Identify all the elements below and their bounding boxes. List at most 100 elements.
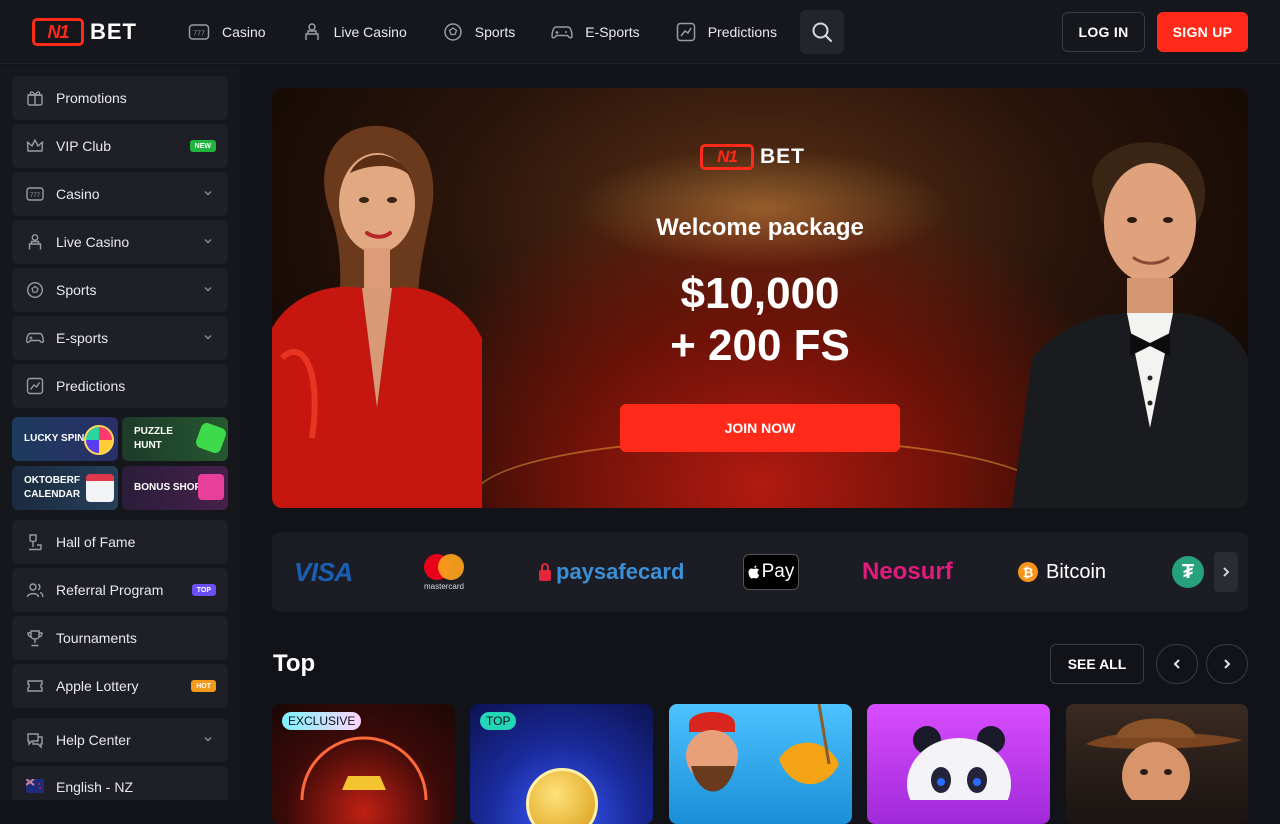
sidebar-item-label: Live Casino [56,234,130,250]
gold-coin-image [526,768,598,824]
payment-methods-strip: VISA mastercard paysafecard Pay Neosurf … [272,532,1248,612]
nav-sports[interactable]: Sports [431,0,527,64]
signup-button[interactable]: SIGN UP [1157,12,1248,52]
tether-logo: ₮ [1172,532,1204,612]
search-button[interactable] [800,10,844,54]
chevron-down-icon [204,190,212,196]
banner-logo: N1 BET [700,144,805,170]
sidebar-item-label: Help Center [56,732,131,748]
trophy-stand-icon [29,534,42,551]
sidebar-item-hall-of-fame[interactable]: Hall of Fame [12,520,228,564]
fisherman-image [686,704,839,792]
svg-text:777: 777 [30,193,41,199]
game-card[interactable]: TOP [470,704,653,824]
mastercard-label: mastercard [423,582,464,591]
sidebar-item-esports[interactable]: E-sports [12,316,228,360]
adventurer-image [1086,718,1242,800]
panda-image [907,726,1011,800]
chevron-right-icon [1223,567,1230,577]
tile-oktoberfest-calendar[interactable]: OKTOBERF CALENDAR [12,466,118,510]
payments-next-button[interactable] [1214,552,1238,592]
sidebar-item-label: English - NZ [56,779,134,795]
neosurf-label: Neosurf [862,558,953,585]
top-bar: N1 BET 777 Casino Live Casino Sports E-S… [0,0,1280,64]
sidebar-item-help-center[interactable]: Help Center [12,718,228,762]
nav-casino-label: Casino [222,24,266,40]
sidebar-item-label: Referral Program [56,582,164,598]
hot-badge: HOT [191,680,216,692]
ticket-icon [27,680,43,692]
sidebar-item-vip-club[interactable]: VIP Club NEW [12,124,228,168]
mastercard-logo: mastercard [422,532,466,612]
game-card[interactable] [669,704,852,824]
game-card[interactable]: EXCLUSIVE [272,704,455,824]
sidebar-item-live-casino[interactable]: Live Casino [12,220,228,264]
mastercard-circles-icon [424,554,464,580]
sidebar-item-language[interactable]: English - NZ [12,766,228,800]
chart-icon [676,22,695,42]
tether-icon: ₮ [1172,556,1204,588]
sidebar-item-referral-program[interactable]: Referral Program TOP [12,568,228,612]
game-card[interactable] [1066,704,1248,824]
chevron-down-icon [204,736,212,742]
carousel-next-button[interactable] [1206,644,1248,684]
sidebar-item-label: Tournaments [56,630,137,646]
tile-label: OKTOBERF CALENDAR [24,475,81,500]
banner-title: Welcome package [656,214,864,241]
crown-icon [26,139,44,152]
sidebar-item-label: Sports [56,282,97,298]
sidebar-item-tournaments[interactable]: Tournaments [12,616,228,660]
game-card[interactable] [867,704,1050,824]
chat-help-icon [27,733,43,749]
main-nav: 777 Casino Live Casino Sports E-Sports P… [176,0,801,64]
bonus-amount-line: $10,000 [680,269,840,318]
welcome-banner[interactable]: N1 BET Welcome package $10,000 + 200 FS … [272,88,1248,508]
slot-777-icon: 777 [26,187,44,201]
sidebar-item-apple-lottery[interactable]: Apple Lottery HOT [12,664,228,708]
chart-icon [26,377,44,395]
nav-live-casino-label: Live Casino [333,24,407,40]
cup-icon [27,630,43,647]
apple-pay-label: Pay [761,561,795,582]
slot-777-icon: 777 [188,24,210,40]
sidebar-item-label: Promotions [56,90,127,106]
nav-predictions-label: Predictions [707,24,777,40]
tile-label: PUZZLE HUNT [134,426,173,451]
puzzle-icon [194,421,228,455]
sidebar-item-promotions[interactable]: Promotions [12,76,228,120]
shopping-bag-icon [198,474,224,500]
bitcoin-logo: ₿ Bitcoin [1018,532,1106,612]
tile-puzzle-hunt[interactable]: PUZZLE HUNT [122,417,228,461]
dealer-icon [28,234,42,250]
sidebar-item-casino[interactable]: 777 Casino [12,172,228,216]
apple-pay-logo: Pay [743,532,799,612]
login-button[interactable]: LOG IN [1062,12,1145,52]
nav-casino[interactable]: 777 Casino [176,0,278,64]
chevron-down-icon [204,286,212,292]
logo-text: BET [90,19,137,44]
gamepad-icon [26,332,44,344]
nav-live-casino[interactable]: Live Casino [290,0,419,64]
nav-sports-label: Sports [474,24,516,40]
carousel-prev-button[interactable] [1156,644,1198,684]
tile-lucky-spin[interactable]: LUCKY SPIN [12,417,118,461]
visa-logo: VISA [294,532,353,612]
top-badge: TOP [191,584,216,596]
sidebar-item-predictions[interactable]: Predictions [12,364,228,408]
sidebar-item-label: Hall of Fame [56,534,136,550]
sidebar-item-label: E-sports [56,330,109,346]
apple-pay-box: Pay [743,554,799,590]
site-logo[interactable]: N1 BET [32,17,137,47]
see-all-button[interactable]: SEE ALL [1050,644,1144,684]
sidebar-item-sports[interactable]: Sports [12,268,228,312]
nav-predictions[interactable]: Predictions [664,0,789,64]
wheel-icon [84,425,114,455]
sidebar-item-label: Casino [56,186,100,202]
nav-esports[interactable]: E-Sports [539,0,651,64]
paysafecard-logo: paysafecard [538,532,684,612]
section-title-top: Top [273,650,316,677]
join-now-button[interactable]: JOIN NOW [620,404,900,452]
tile-bonus-shop[interactable]: BONUS SHOP [122,466,228,510]
banner-bonus-amount: $10,000 + 200 FS [272,268,1248,372]
search-icon [812,22,832,42]
